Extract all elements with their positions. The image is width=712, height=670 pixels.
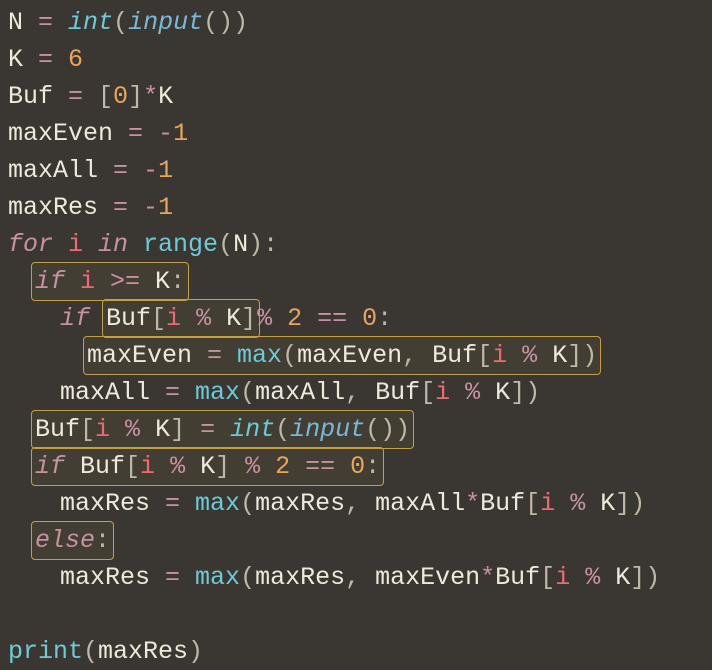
code-line: for i in range(N): — [8, 226, 712, 263]
blank-line — [8, 596, 712, 633]
code-line: if Buf[i % K] % 2 == 0: — [8, 448, 712, 485]
highlight-box: if i >= K: — [31, 262, 189, 301]
code-line: maxAll = max(maxAll, Buf[i % K]) — [8, 374, 712, 411]
code-line: print(maxRes) — [8, 633, 712, 670]
code-line: K = 6 — [8, 41, 712, 78]
code-line: if Buf[i % K] % 2 == 0: — [8, 300, 712, 337]
code-line: maxRes = -1 — [8, 189, 712, 226]
code-line: maxAll = -1 — [8, 152, 712, 189]
var-n: N — [8, 8, 38, 37]
highlight-box: maxEven = max(maxEven, Buf[i % K]) — [83, 336, 601, 375]
highlight-box: if Buf[i % K] % 2 == 0: — [31, 447, 384, 486]
code-line: if i >= K: — [8, 263, 712, 300]
code-line: maxEven = -1 — [8, 115, 712, 152]
code-line: maxRes = max(maxRes, maxEven*Buf[i % K]) — [8, 559, 712, 596]
highlight-box: Buf[i % K] = int(input()) — [31, 410, 414, 449]
code-block: N = int(input()) K = 6 Buf = [0]*K maxEv… — [0, 0, 712, 670]
code-line: N = int(input()) — [8, 4, 712, 41]
code-line: Buf[i % K] = int(input()) — [8, 411, 712, 448]
code-line: maxEven = max(maxEven, Buf[i % K]) — [8, 337, 712, 374]
code-line: Buf = [0]*K — [8, 78, 712, 115]
code-line: else: — [8, 522, 712, 559]
code-line: maxRes = max(maxRes, maxAll*Buf[i % K]) — [8, 485, 712, 522]
highlight-box: Buf[i % K] — [102, 299, 260, 338]
highlight-box: else: — [31, 521, 114, 560]
